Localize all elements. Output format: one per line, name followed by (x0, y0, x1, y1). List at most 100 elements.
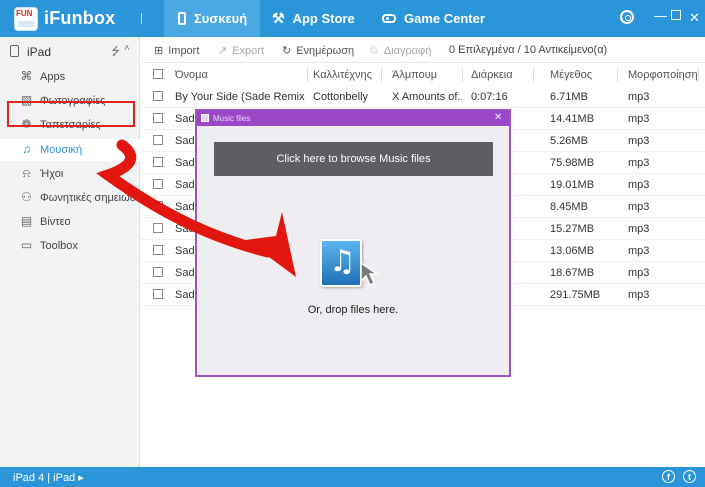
delete-label: Διαγραφή (383, 44, 432, 57)
dialog-title: Music files (213, 114, 251, 123)
ipad-icon (10, 45, 19, 57)
toolbox-icon: ▭ (20, 238, 33, 252)
tab-game-center[interactable]: Game Center (378, 0, 485, 37)
sidebar-item-voice-memos[interactable]: ⚇ Φωνητικές σημειώσ... (0, 187, 140, 209)
import-button[interactable]: ⊞ Import (154, 44, 200, 58)
minimize-button[interactable]: — (654, 8, 667, 23)
apps-icon: ⌘ (20, 69, 33, 83)
delete-button[interactable]: ♲ Διαγραφή (369, 44, 432, 58)
facebook-icon[interactable]: f (662, 470, 675, 483)
selection-status: 0 Επιλεγμένα / 10 Αντικείμενο(α) (449, 44, 608, 56)
app-title: iFunbox (44, 8, 116, 28)
dialog-titlebar: Music files ✕ (197, 111, 509, 126)
tab-device-label: Συσκευή (194, 11, 248, 26)
table-cell: mp3 (628, 91, 650, 103)
sidebar-item-label: Φωνητικές σημειώσ... (40, 192, 138, 204)
export-icon: ↗ (218, 45, 228, 57)
table-cell: By Your Side (Sade Remix) (175, 91, 305, 103)
video-icon: ▤ (20, 214, 33, 228)
device-name: iPad (27, 45, 52, 59)
gamepad-icon (382, 14, 396, 23)
row-checkbox[interactable] (153, 267, 163, 277)
twitter-icon[interactable]: t (683, 470, 696, 483)
tab-app-store-label: App Store (292, 11, 355, 26)
table-cell: 75.98MB (550, 157, 595, 169)
close-button[interactable]: ✕ (689, 10, 700, 26)
sidebar-item-apps[interactable]: ⌘ Apps (0, 66, 140, 88)
table-cell: 8.45MB (550, 201, 588, 213)
maximize-icon (671, 10, 681, 20)
table-header: Όνομα Καλλιτέχνης Άλμπουμ Διάρκεια Μέγεθ… (141, 64, 705, 86)
drop-zone-text[interactable]: Or, drop files here. (197, 304, 509, 316)
table-cell: 18.67MB (550, 267, 595, 279)
table-cell: 6.71MB (550, 91, 588, 103)
sidebar-item-ringtones[interactable]: ⍾ Ήχοι (0, 163, 140, 185)
table-cell: 291.75MB (550, 289, 601, 301)
status-bar: iPad 4 | iPad ▸ f t (0, 467, 705, 487)
row-checkbox[interactable] (153, 223, 163, 233)
microphone-icon: ⚇ (21, 190, 32, 204)
export-button[interactable]: ↗ Export (218, 44, 265, 58)
column-header-duration[interactable]: Διάρκεια (471, 69, 513, 81)
music-files-dialog: Music files ✕ Click here to browse Music… (195, 109, 511, 377)
table-cell: 19.01MB (550, 179, 595, 191)
device-header[interactable]: iPad ⭍ ˄ (0, 43, 140, 61)
row-checkbox[interactable] (153, 135, 163, 145)
row-checkbox[interactable] (153, 289, 163, 299)
cursor-icon (360, 261, 380, 287)
row-checkbox[interactable] (153, 113, 163, 123)
table-cell: 13.06MB (550, 245, 595, 257)
settings-button[interactable] (620, 10, 634, 24)
usb-icon: ⭍ (111, 46, 121, 58)
music-icon: ♫ (22, 142, 31, 156)
refresh-icon: ↻ (282, 45, 292, 57)
sidebar-item-video[interactable]: ▤ Βίντεο (0, 211, 140, 233)
sidebar-item-music[interactable]: ♫ Μουσική (0, 139, 140, 161)
row-checkbox[interactable] (153, 245, 163, 255)
app-store-icon: ⚒ (272, 10, 285, 26)
gear-icon (620, 10, 634, 24)
table-row[interactable]: By Your Side (Sade Remix) Cottonbelly X Am… (141, 86, 705, 108)
column-header-album[interactable]: Άλμπουμ (392, 69, 437, 81)
dialog-close-button[interactable]: ✕ (494, 112, 502, 123)
table-cell: mp3 (628, 267, 650, 279)
column-header-name[interactable]: Όνομα (175, 69, 208, 81)
browse-music-button[interactable]: Click here to browse Music files (214, 142, 493, 176)
row-checkbox[interactable] (153, 157, 163, 167)
tab-app-store[interactable]: ⚒ App Store (268, 0, 355, 37)
table-cell: Cottonbelly (313, 91, 369, 103)
logo-text: FUN (16, 9, 33, 18)
column-header-format[interactable]: Μορφοποίηση (628, 69, 698, 81)
column-header-size[interactable]: Μέγεθος (550, 69, 592, 81)
table-cell: X Amounts of... (392, 91, 462, 103)
tab-device[interactable]: Συσκευή (164, 0, 260, 37)
maximize-button[interactable] (671, 10, 681, 20)
bell-icon: ⍾ (22, 166, 31, 180)
column-header-artist[interactable]: Καλλιτέχνης (313, 69, 372, 81)
refresh-label: Ενημέρωση (296, 44, 355, 57)
device-status[interactable]: iPad 4 | iPad ▸ (13, 471, 84, 484)
table-cell: mp3 (628, 179, 650, 191)
import-icon: ⊞ (154, 45, 164, 57)
import-label: Import (168, 44, 200, 57)
sidebar-item-label: Toolbox (40, 240, 78, 252)
row-checkbox[interactable] (153, 179, 163, 189)
toolbar: ⊞ Import ↗ Export ↻ Ενημέρωση ♲ Διαγραφή… (141, 37, 705, 63)
table-cell: mp3 (628, 113, 650, 125)
highlight-box (7, 101, 135, 127)
sidebar-item-toolbox[interactable]: ▭ Toolbox (0, 235, 140, 257)
table-cell: 14.41MB (550, 113, 595, 125)
select-all-checkbox[interactable] (153, 69, 163, 79)
table-cell: 5.26MB (550, 135, 588, 147)
table-cell: mp3 (628, 289, 650, 301)
table-cell: mp3 (628, 157, 650, 169)
trash-icon: ♲ (369, 45, 379, 57)
row-checkbox[interactable] (153, 91, 163, 101)
export-label: Export (232, 44, 265, 57)
table-cell: mp3 (628, 245, 650, 257)
top-bar: FUN iFunbox Συσκευή ⚒ App Store Game Cen… (0, 0, 705, 37)
chevron-up-icon[interactable]: ˄ (124, 43, 130, 54)
refresh-button[interactable]: ↻ Ενημέρωση (282, 44, 355, 58)
row-checkbox[interactable] (153, 201, 163, 211)
sidebar-item-label: Βίντεο (40, 216, 71, 228)
